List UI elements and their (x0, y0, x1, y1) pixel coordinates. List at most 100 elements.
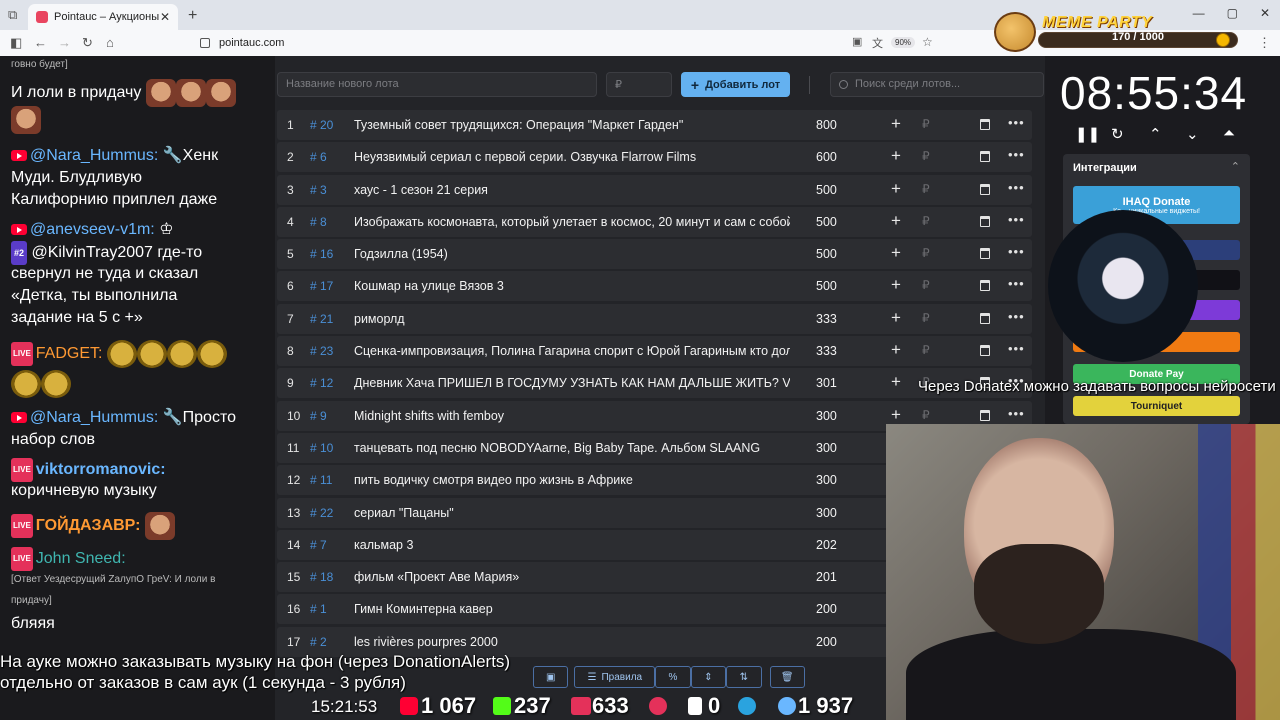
double-chevron-up-icon[interactable]: ⏶ (1223, 125, 1235, 142)
tourniquet-button[interactable]: Tourniquet (1073, 396, 1240, 416)
lot-name[interactable]: кальмар 3 (354, 538, 790, 552)
lot-amount[interactable]: 300 (816, 473, 837, 487)
lot-name[interactable]: Сценка-импровизация, Полина Гагарина спо… (354, 344, 790, 358)
lot-amount[interactable]: 600 (816, 150, 837, 164)
lot-amount[interactable]: 800 (816, 118, 837, 132)
delete-icon[interactable] (980, 312, 990, 324)
tab-actions-icon[interactable]: ⧉ (8, 7, 17, 23)
lot-name[interactable]: Изображать космонавта, который улетает в… (354, 215, 790, 229)
home-icon[interactable]: ⌂ (106, 35, 114, 50)
more-icon[interactable]: ••• (1008, 276, 1025, 291)
delete-icon[interactable] (980, 215, 990, 227)
back-icon[interactable]: ← (34, 35, 47, 50)
site-info-icon[interactable] (200, 38, 210, 48)
reload-icon[interactable]: ↻ (82, 35, 93, 51)
price-input[interactable]: ₽ (606, 72, 672, 97)
lot-amount[interactable]: 200 (816, 602, 837, 616)
add-amount-icon[interactable]: + (891, 146, 901, 166)
lot-row[interactable]: 6 # 17 Кошмар на улице Вязов 3 500 + ₽ ••• (277, 271, 1032, 302)
add-amount-icon[interactable]: + (891, 114, 901, 134)
lot-amount[interactable]: 500 (816, 215, 837, 229)
chevron-down-icon[interactable]: ⌄ (1186, 125, 1199, 143)
add-amount-icon[interactable]: + (891, 211, 901, 231)
lot-amount[interactable]: 300 (816, 441, 837, 455)
new-tab-icon[interactable]: + (188, 7, 197, 25)
add-amount-icon[interactable]: + (891, 372, 901, 392)
menu-icon[interactable]: ⋮ (1258, 35, 1271, 51)
more-icon[interactable]: ••• (1008, 309, 1025, 324)
more-icon[interactable]: ••• (1008, 341, 1025, 356)
lot-name[interactable]: пить водичку смотря видео про жизнь в Аф… (354, 473, 790, 487)
split-icon[interactable]: ⇕ (690, 666, 727, 688)
lot-row[interactable]: 7 # 21 риморлд 333 + ₽ ••• (277, 303, 1032, 334)
lot-amount[interactable]: 300 (816, 506, 837, 520)
lot-name[interactable]: риморлд (354, 312, 790, 326)
add-amount-icon[interactable]: + (891, 405, 901, 425)
lot-amount[interactable]: 200 (816, 635, 837, 649)
lot-name[interactable]: Кошмар на улице Вязов 3 (354, 279, 790, 293)
reset-icon[interactable]: ↻ (1111, 125, 1124, 143)
delete-icon[interactable] (980, 119, 990, 130)
lot-amount[interactable]: 333 (816, 312, 837, 326)
lot-name[interactable]: Дневник Хача ПРИШЕЛ В ГОСДУМУ УЗНАТЬ КАК… (354, 376, 790, 390)
delete-icon[interactable] (980, 151, 990, 163)
lot-name[interactable]: Годзилла (1954) (354, 247, 790, 261)
add-lot-button[interactable]: + Добавить лот (681, 72, 790, 97)
lot-name[interactable]: хаус - 1 сезон 21 серия (354, 183, 790, 197)
lot-row[interactable]: 8 # 23 Сценка-импровизация, Полина Гагарин… (277, 336, 1032, 367)
lot-name[interactable]: сериал "Пацаны" (354, 506, 790, 520)
chevron-up-icon[interactable]: ⌃ (1149, 125, 1162, 143)
delete-icon[interactable] (980, 345, 990, 357)
sort-icon[interactable]: ⇅ (726, 666, 762, 688)
lot-name[interactable]: Туземный совет трудящихся: Операция "Мар… (354, 118, 790, 132)
zoom-badge[interactable]: 90% (891, 37, 916, 48)
browser-tab[interactable]: Pointauc – Аукционы, лотереи ✕ (28, 4, 178, 30)
lot-amount[interactable]: 500 (816, 279, 837, 293)
save-icon[interactable]: ▣ (533, 666, 569, 688)
add-amount-icon[interactable]: + (891, 340, 901, 360)
add-amount-icon[interactable]: + (891, 308, 901, 328)
forward-icon[interactable]: → (58, 35, 71, 50)
lot-name[interactable]: Гимн Коминтерна кавер (354, 602, 790, 616)
lot-row[interactable]: 5 # 16 Годзилла (1954) 500 + ₽ ••• (277, 239, 1032, 270)
delete-icon[interactable] (980, 409, 990, 421)
lot-amount[interactable]: 500 (816, 183, 837, 197)
add-amount-icon[interactable]: + (891, 179, 901, 199)
clear-all-icon[interactable]: 🗑 (769, 666, 805, 688)
sidebar-icon[interactable]: ◧ (10, 35, 22, 51)
lot-amount[interactable]: 202 (816, 538, 837, 552)
lot-row[interactable]: 3 # 3 хаус - 1 сезон 21 серия 500 + ₽ ••• (277, 174, 1032, 205)
more-icon[interactable]: ••• (1008, 147, 1025, 162)
lot-amount[interactable]: 300 (816, 409, 837, 423)
lot-name[interactable]: танцевать под песню NOBODYAarne, Big Bab… (354, 441, 790, 455)
pause-icon[interactable]: ❚❚ (1075, 125, 1100, 143)
address-bar[interactable]: pointauc.com (200, 33, 940, 53)
delete-icon[interactable] (980, 280, 990, 292)
translate-icon[interactable]: 文 (872, 35, 883, 51)
lot-row[interactable]: 1 # 20 Туземный совет трудящихся: Операция… (277, 110, 1032, 140)
close-window-icon[interactable]: ✕ (1260, 6, 1270, 20)
more-icon[interactable]: ••• (1008, 212, 1025, 227)
more-icon[interactable]: ••• (1008, 180, 1025, 195)
more-icon[interactable]: ••• (1008, 244, 1025, 259)
reader-icon[interactable]: ▣ (852, 35, 862, 48)
percent-icon[interactable]: % (655, 666, 691, 688)
lot-row[interactable]: 4 # 8 Изображать космонавта, который улета… (277, 206, 1032, 237)
more-icon[interactable]: ••• (1008, 406, 1025, 421)
add-amount-icon[interactable]: + (891, 243, 901, 263)
lot-name[interactable]: Неуязвимый сериал с первой серии. Озвучк… (354, 150, 790, 164)
lot-name[interactable]: фильм «Проект Аве Мария» (354, 570, 790, 584)
search-input[interactable]: Поиск среди лотов... (830, 72, 1044, 97)
more-icon[interactable]: ••• (1008, 115, 1025, 130)
lot-row[interactable]: 2 # 6 Неуязвимый сериал с первой серии. Оз… (277, 142, 1032, 173)
close-tab-icon[interactable]: ✕ (160, 10, 170, 24)
lot-name[interactable]: les rivières pourpres 2000 (354, 635, 790, 649)
add-amount-icon[interactable]: + (891, 275, 901, 295)
collapse-icon[interactable]: ⌃ (1231, 160, 1240, 173)
lot-amount[interactable]: 333 (816, 344, 837, 358)
new-lot-input[interactable]: Название нового лота (277, 72, 597, 97)
lot-amount[interactable]: 201 (816, 570, 837, 584)
delete-icon[interactable] (980, 183, 990, 195)
delete-icon[interactable] (980, 248, 990, 260)
bookmark-star-icon[interactable]: ☆ (922, 35, 933, 49)
